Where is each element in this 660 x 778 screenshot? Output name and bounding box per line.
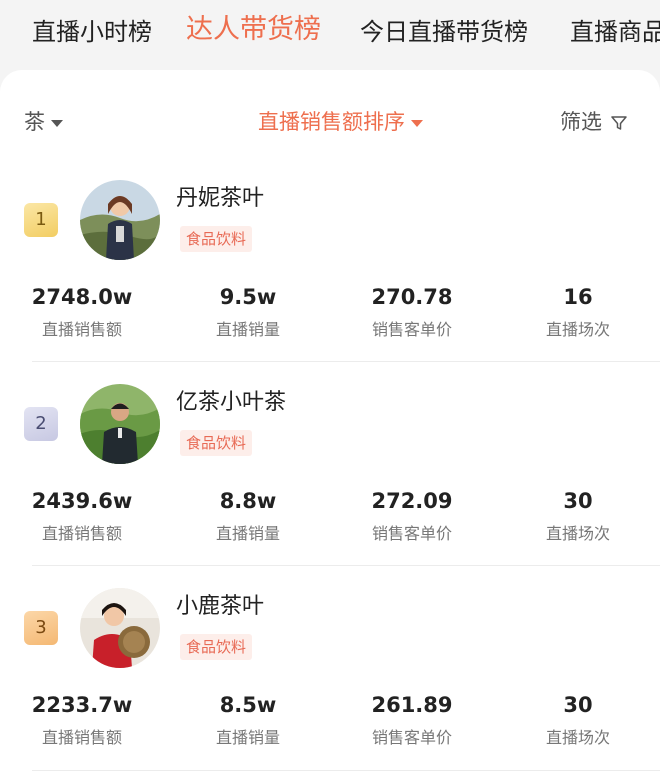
stat-label: 销售客单价	[371, 728, 452, 747]
stat-value: 2748.0w	[31, 285, 133, 309]
influencer-name[interactable]: 丹妮茶叶	[176, 184, 264, 214]
sort-dropdown[interactable]: 直播销售额排序	[258, 106, 423, 138]
caret-down-icon	[411, 119, 423, 127]
stat-label: 销售客单价	[371, 320, 452, 339]
tab-today-live-sales[interactable]: 今日直播带货榜	[360, 14, 528, 50]
avatar-image	[80, 384, 160, 464]
avatar-image	[80, 180, 160, 260]
divider	[32, 770, 660, 771]
sort-dropdown-label: 直播销售额排序	[258, 110, 405, 134]
stat-sales-volume: 9.5w 直播销量	[168, 282, 328, 342]
stat-sales-amount: 2439.6w 直播销售额	[2, 486, 162, 546]
stat-unit-price: 272.09 销售客单价	[332, 486, 492, 546]
stat-value: 2439.6w	[31, 489, 133, 513]
screen-filter-button[interactable]: 筛选	[560, 106, 628, 138]
stat-value: 8.5w	[219, 693, 277, 717]
stat-value: 261.89	[371, 693, 453, 717]
category-tag: 食品饮料	[180, 430, 253, 456]
rank-badge: 3	[24, 611, 58, 645]
category-filter-label: 茶	[24, 110, 45, 134]
divider	[32, 565, 660, 566]
stat-label: 直播销量	[215, 728, 280, 747]
category-tag: 食品饮料	[180, 634, 253, 660]
stat-unit-price: 270.78 销售客单价	[332, 282, 492, 342]
stat-value: 9.5w	[219, 285, 277, 309]
stat-label: 销售客单价	[371, 524, 452, 543]
stat-value: 16	[563, 285, 593, 309]
avatar[interactable]	[80, 180, 160, 260]
stat-value: 8.8w	[219, 489, 277, 513]
stat-unit-price: 261.89 销售客单价	[332, 690, 492, 750]
stat-label: 直播场次	[545, 728, 610, 747]
influencer-name[interactable]: 小鹿茶叶	[176, 592, 264, 622]
stat-label: 直播销售额	[41, 320, 122, 339]
tab-influencer-sales[interactable]: 达人带货榜	[186, 12, 321, 48]
caret-down-icon	[51, 119, 63, 127]
avatar[interactable]	[80, 384, 160, 464]
category-tag: 食品饮料	[180, 226, 253, 252]
rank-badge: 1	[24, 203, 58, 237]
category-filter[interactable]: 茶	[24, 106, 63, 138]
stat-value: 2233.7w	[31, 693, 133, 717]
stat-live-sessions: 16 直播场次	[498, 282, 658, 342]
rank-badge: 2	[24, 407, 58, 441]
stat-live-sessions: 30 直播场次	[498, 486, 658, 546]
stat-live-sessions: 30 直播场次	[498, 690, 658, 750]
stat-label: 直播销量	[215, 320, 280, 339]
stat-label: 直播销售额	[41, 524, 122, 543]
stat-sales-volume: 8.8w 直播销量	[168, 486, 328, 546]
stat-sales-amount: 2233.7w 直播销售额	[2, 690, 162, 750]
influencer-name[interactable]: 亿茶小叶茶	[176, 388, 286, 418]
stat-label: 直播销售额	[41, 728, 122, 747]
stat-label: 直播场次	[545, 524, 610, 543]
stat-value: 272.09	[371, 489, 453, 513]
avatar[interactable]	[80, 588, 160, 668]
stat-label: 直播场次	[545, 320, 610, 339]
stat-value: 30	[563, 693, 593, 717]
stat-sales-volume: 8.5w 直播销量	[168, 690, 328, 750]
stat-value: 30	[563, 489, 593, 513]
funnel-icon	[611, 116, 627, 130]
stat-value: 270.78	[371, 285, 453, 309]
ranking-tabs: 直播小时榜 达人带货榜 今日直播带货榜 直播商品	[0, 0, 660, 68]
tab-live-products[interactable]: 直播商品	[570, 14, 660, 50]
stat-sales-amount: 2748.0w 直播销售额	[2, 282, 162, 342]
stat-label: 直播销量	[215, 524, 280, 543]
divider	[32, 361, 660, 362]
avatar-image	[80, 588, 160, 668]
tab-live-hourly[interactable]: 直播小时榜	[32, 14, 152, 50]
screen-filter-label: 筛选	[560, 110, 602, 134]
